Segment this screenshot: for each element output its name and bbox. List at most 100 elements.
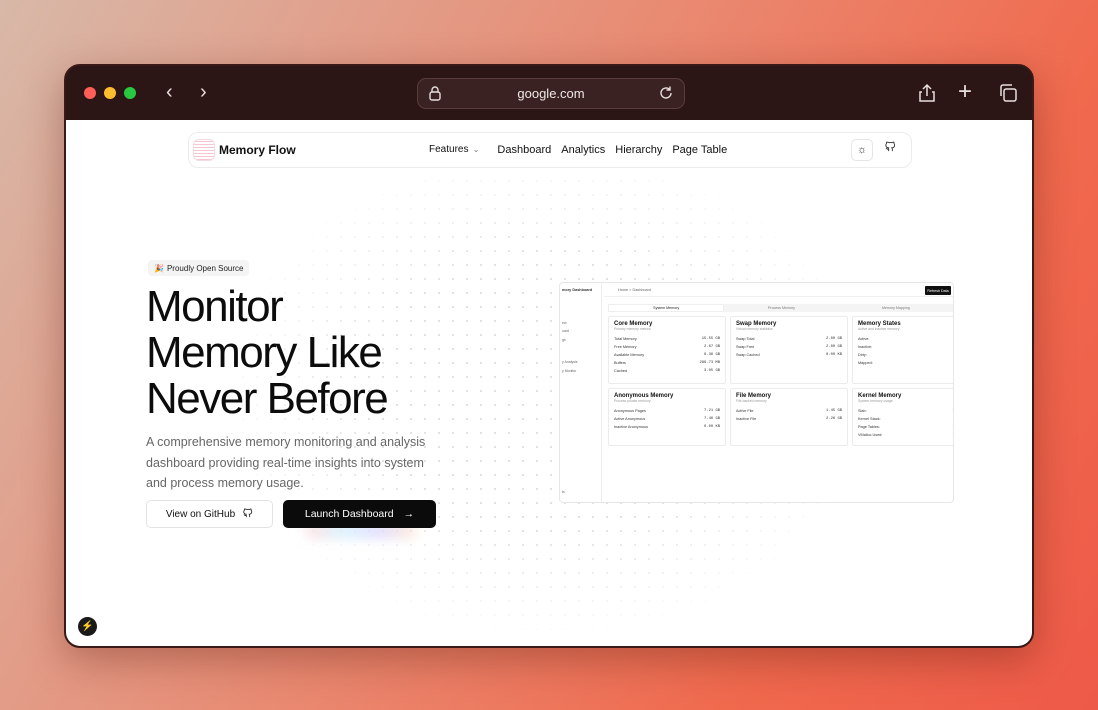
preview-metric-value: 121.9 <box>953 431 954 439</box>
preview-metric-value: 2.00 GB <box>826 345 842 349</box>
preview-card-row: Kernel Stack:27.2 <box>858 415 953 423</box>
preview-metric-value: 3.05 GB <box>704 369 720 373</box>
close-window-button[interactable] <box>84 87 96 99</box>
preview-tab: System Memory <box>608 304 725 312</box>
preview-metric-label: VMalloc Used: <box>858 433 883 437</box>
preview-metric-label: Slab: <box>858 409 867 413</box>
view-on-github-button[interactable]: View on GitHub <box>146 500 273 528</box>
reload-icon[interactable] <box>658 85 674 104</box>
preview-topbar: Home > Dashboard Refresh Data <box>604 283 953 297</box>
preview-card: Kernel MemorySystem memory usageSlab:594… <box>852 388 954 446</box>
preview-metric-value: 109.9 <box>953 423 954 431</box>
page-content: Memory Flow Features ⌄ Dashboard Analyti… <box>66 120 1032 646</box>
preview-card: Core Memory Primary memory metrics Total M… <box>608 316 726 384</box>
preview-tabs: System Memory Process Memory Memory Mapp… <box>608 304 953 312</box>
preview-tab: Process Memory <box>768 306 795 310</box>
launch-dashboard-button[interactable]: Launch Dashboard → <box>283 500 436 528</box>
arrow-right-icon: → <box>403 508 415 520</box>
preview-sidebar-item: oard <box>562 329 570 333</box>
preview-sidebar-item: gs <box>562 338 566 342</box>
preview-metric-value: 0.00 KB <box>826 353 842 357</box>
hero-description: A comprehensive memory monitoring and an… <box>146 435 426 490</box>
preview-metric-value: 2.26 GB <box>826 417 842 421</box>
preview-metric-value: 2.67 GB <box>704 345 720 349</box>
preview-metric-label: Kernel Stack: <box>858 417 881 421</box>
preview-refresh-button: Refresh Data <box>925 286 951 295</box>
preview-metric-label: Active File <box>736 409 754 413</box>
preview-card-row: Swap Free 2.00 GB <box>736 343 842 351</box>
back-arrow-icon[interactable]: ‹ <box>166 82 173 102</box>
preview-sidebar-item: ts <box>562 490 565 494</box>
preview-metric-label: Swap Cached <box>736 353 760 357</box>
share-icon[interactable] <box>918 83 936 108</box>
hero-title-line-1: Monitor <box>146 282 284 331</box>
preview-card-row: Anonymous Pages 7.21 GB <box>614 407 720 415</box>
preview-metric-value: 594.2 <box>953 407 954 415</box>
preview-breadcrumb: Home > Dashboard <box>618 288 652 292</box>
party-popper-icon: 🎉 <box>154 263 164 273</box>
features-dropdown[interactable]: Features ⌄ <box>429 144 479 156</box>
preview-card: Anonymous Memory Process private memory An… <box>608 388 726 446</box>
preview-metric-label: Dirty: <box>858 353 867 357</box>
preview-card-row: Total Memory 15.55 GB <box>614 335 720 343</box>
address-bar[interactable]: google.com <box>417 78 685 109</box>
preview-metric-label: Swap Free <box>736 345 755 349</box>
site-navbar: Memory Flow Features ⌄ Dashboard Analyti… <box>188 132 912 168</box>
preview-metric-value: 0.00 KB <box>704 425 720 429</box>
preview-card: File Memory File-backed memory Active File… <box>730 388 848 446</box>
preview-metric-value: 1.45 GB <box>826 409 842 413</box>
lock-icon <box>428 85 442 104</box>
preview-card-subtitle: Process private memory <box>614 399 651 403</box>
preview-metric-label: Buffers <box>614 361 626 365</box>
sun-icon: ☼ <box>856 144 868 156</box>
theme-toggle-button[interactable]: ☼ <box>851 139 873 161</box>
new-tab-icon[interactable]: + <box>958 80 972 104</box>
preview-metric-label: Mapped: <box>858 361 873 365</box>
preview-card-row: Inactive File 2.26 GB <box>736 415 842 423</box>
hero-title: Monitor Memory Like Never Before <box>146 284 446 422</box>
preview-metric-label: Active: <box>858 337 870 341</box>
github-button-label: View on GitHub <box>165 508 236 520</box>
preview-card-row: Buffers 289.73 MB <box>614 359 720 367</box>
nav-link-page-table[interactable]: Page Table <box>672 144 727 156</box>
nav-link-dashboard[interactable]: Dashboard <box>497 144 551 156</box>
preview-metric-label: Inactive File <box>736 417 757 421</box>
maximize-window-button[interactable] <box>124 87 136 99</box>
brand-name[interactable]: Memory Flow <box>219 143 296 157</box>
tab-overview-icon[interactable] <box>998 83 1018 108</box>
preview-card-row: VMalloc Used: 121.9 <box>858 431 954 439</box>
dashboard-preview-image: mory Dashboard ew oard gs y Analysis y M… <box>559 282 954 503</box>
badge-label: Proudly Open Source <box>166 263 244 273</box>
browser-window: ‹ › google.com + Memory Flow Features ⌄ … <box>64 64 1034 648</box>
preview-card-row: Dirty:3.3 <box>858 351 953 359</box>
hero-title-line-2: Memory Like <box>146 328 383 377</box>
nav-link-hierarchy[interactable]: Hierarchy <box>615 144 662 156</box>
preview-metric-label: Free Memory <box>614 345 637 349</box>
preview-sidebar-title: mory Dashboard <box>562 288 593 292</box>
preview-card-row: Active:8.9 <box>858 335 953 343</box>
lightning-bolt-icon[interactable]: ⚡ <box>78 617 97 636</box>
preview-card-row: Swap Total 2.00 GB <box>736 335 842 343</box>
preview-sidebar-item: y Analysis <box>562 360 578 364</box>
preview-metric-value: 15.55 GB <box>701 337 720 341</box>
memory-flow-logo[interactable] <box>193 139 215 161</box>
preview-metric-value: 289.73 MB <box>699 361 720 365</box>
github-icon[interactable] <box>885 141 896 155</box>
preview-card-subtitle: Primary memory metrics <box>614 327 651 331</box>
preview-card-row: Slab: 594.2 <box>858 407 954 415</box>
preview-sidebar: mory Dashboard ew oard gs y Analysis y M… <box>560 283 602 502</box>
preview-card-row: Swap Cached 0.00 KB <box>736 351 842 359</box>
minimize-window-button[interactable] <box>104 87 116 99</box>
forward-arrow-icon[interactable]: › <box>200 82 207 102</box>
preview-card-subtitle: Virtual memory statistics <box>736 327 773 331</box>
preview-metric-label: Anonymous Pages <box>614 409 646 413</box>
open-source-badge: 🎉 Proudly Open Source <box>148 260 250 276</box>
preview-card: Memory States Active and inactive memory A… <box>852 316 953 384</box>
preview-metric-label: Inactive Anonymous <box>614 425 648 429</box>
preview-metric-label: Total Memory <box>614 337 637 341</box>
preview-metric-value: 2.00 GB <box>826 337 842 341</box>
preview-card-row: Active Anonymous 7.46 GB <box>614 415 720 423</box>
preview-metric-value: 6.36 GB <box>704 353 720 357</box>
preview-card: Swap Memory Virtual memory statistics Swap… <box>730 316 848 384</box>
nav-link-analytics[interactable]: Analytics <box>561 144 605 156</box>
